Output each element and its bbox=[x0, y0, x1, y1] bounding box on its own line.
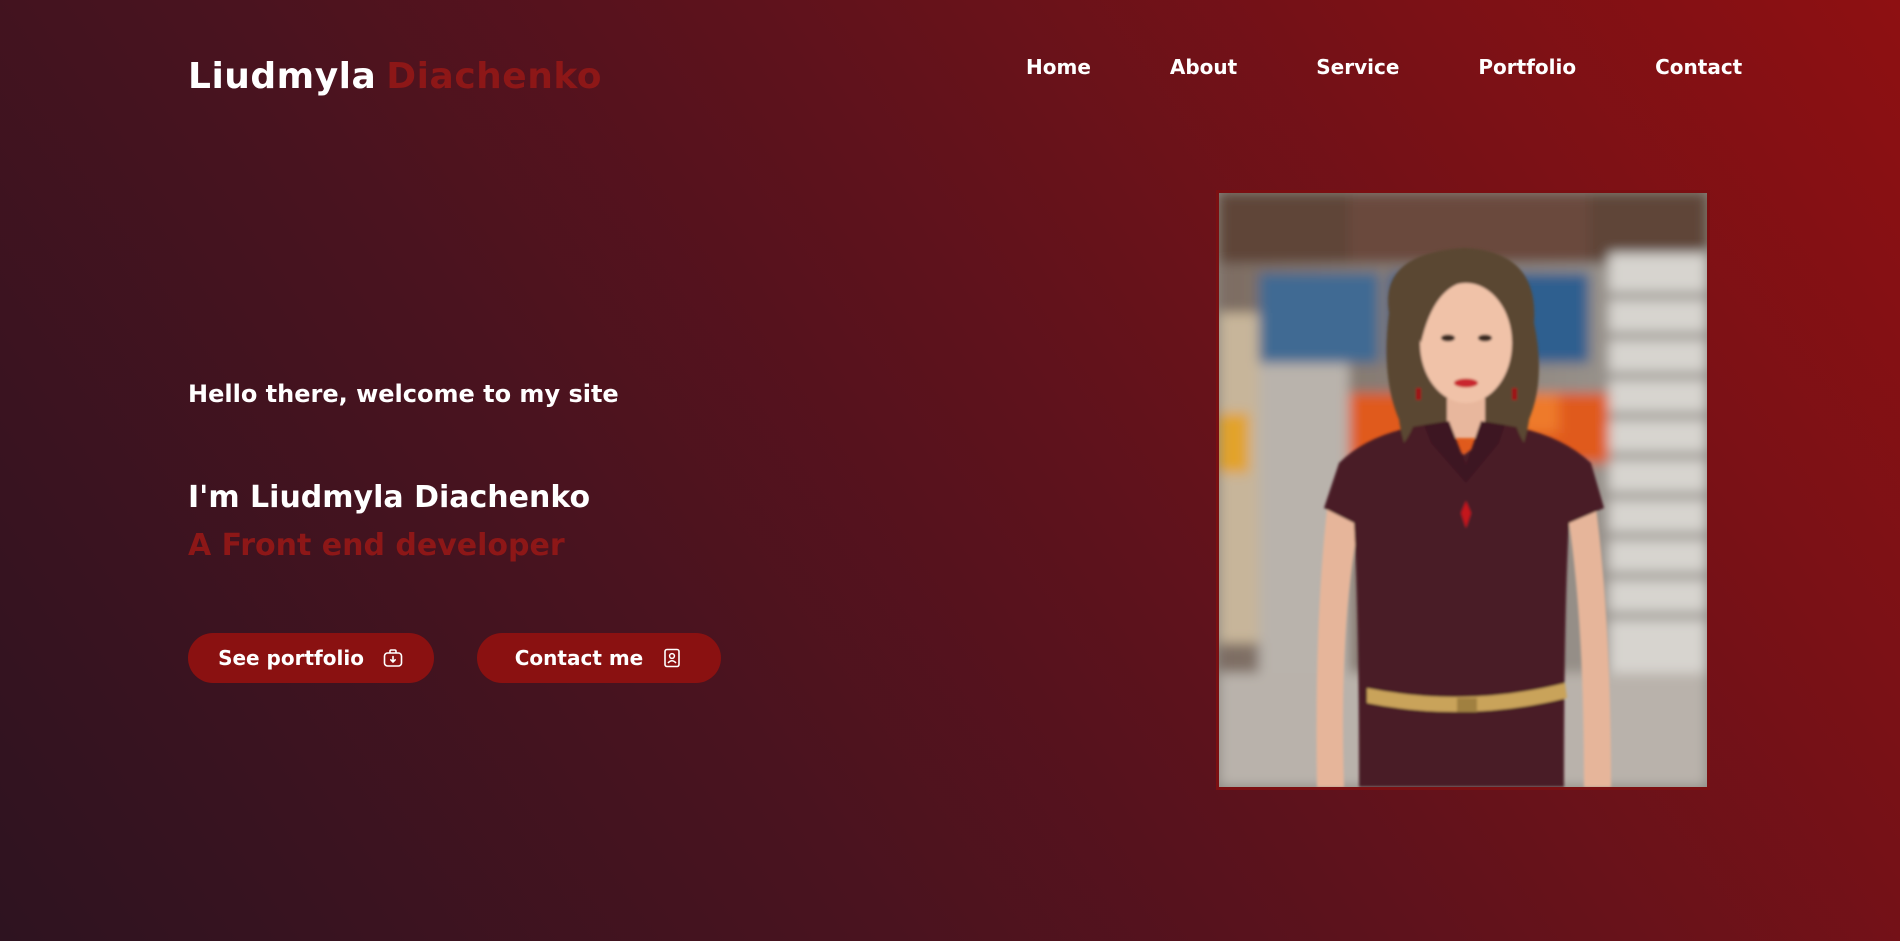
contact-me-label: Contact me bbox=[514, 646, 644, 670]
see-portfolio-button[interactable]: See portfolio bbox=[188, 633, 434, 683]
see-portfolio-label: See portfolio bbox=[218, 646, 364, 670]
hero-greeting-block: Hello there, welcome to my site bbox=[188, 380, 619, 408]
hero-greeting: Hello there, welcome to my site bbox=[188, 380, 619, 408]
nav-portfolio[interactable]: Portfolio bbox=[1478, 55, 1576, 79]
site-logo[interactable]: Liudmyla Diachenko bbox=[188, 56, 602, 97]
site-header: Liudmyla Diachenko Home About Service Por… bbox=[0, 0, 1900, 150]
nav-about[interactable]: About bbox=[1170, 55, 1237, 79]
hero-role: A Front end developer bbox=[188, 528, 565, 563]
nav-home[interactable]: Home bbox=[1026, 55, 1091, 79]
briefcase-icon bbox=[382, 647, 404, 669]
logo-first-name: Liudmyla bbox=[188, 56, 377, 97]
logo-last-name: Diachenko bbox=[386, 56, 603, 97]
profile-photo bbox=[1216, 190, 1710, 790]
contact-me-button[interactable]: Contact me bbox=[477, 633, 721, 683]
hero-name: I'm Liudmyla Diachenko bbox=[188, 480, 591, 515]
main-nav: Home About Service Portfolio Contact bbox=[1026, 55, 1742, 79]
profile-photo-image bbox=[1219, 193, 1707, 787]
nav-service[interactable]: Service bbox=[1316, 55, 1399, 79]
nav-contact[interactable]: Contact bbox=[1655, 55, 1742, 79]
contact-card-icon bbox=[661, 647, 683, 669]
